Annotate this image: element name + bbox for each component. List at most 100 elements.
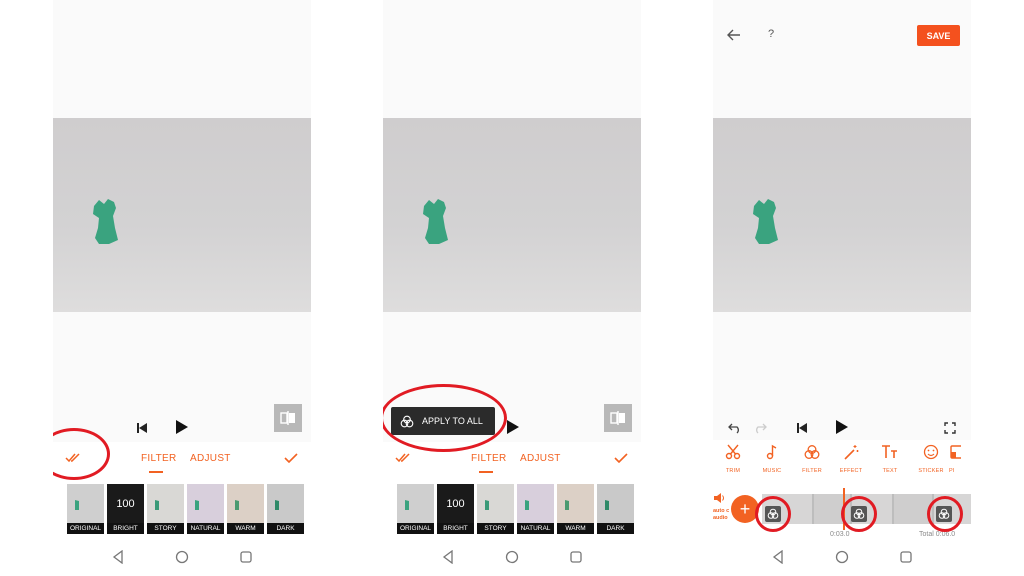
tool-label: TRIM bbox=[725, 468, 741, 474]
filter-icon bbox=[804, 445, 820, 459]
filter-thumb-story[interactable]: STORY bbox=[147, 484, 184, 534]
editor-screen: ? SAVE TRIM MUSIC FILTER EFFECT TEXT STI… bbox=[713, 0, 971, 576]
thumb-label: NATURAL bbox=[517, 523, 554, 534]
thumb-label: WARM bbox=[227, 523, 264, 534]
top-area bbox=[53, 0, 311, 118]
filter-thumbnails: ORIGINAL 100 BRIGHT STORY NATURAL WARM D… bbox=[397, 484, 641, 534]
tool-label: TEXT bbox=[882, 468, 898, 474]
fullscreen-icon[interactable] bbox=[944, 422, 956, 434]
skip-to-start-icon[interactable] bbox=[135, 421, 149, 435]
tool-label: STICKER bbox=[918, 468, 944, 474]
skip-to-start-icon[interactable] bbox=[795, 421, 809, 435]
figure-thumb bbox=[235, 500, 239, 510]
play-icon[interactable] bbox=[174, 419, 190, 435]
filter-thumb-warm[interactable]: WARM bbox=[227, 484, 264, 534]
filter-screen-2: APPLY TO ALL FILTER ADJUST ORIGINAL 100 … bbox=[383, 0, 641, 576]
highlight-ring bbox=[841, 496, 877, 532]
figure-thumb bbox=[485, 500, 489, 510]
magic-wand-icon bbox=[844, 445, 859, 460]
back-triangle-icon[interactable] bbox=[441, 550, 455, 564]
filter-thumb-original[interactable]: ORIGINAL bbox=[397, 484, 434, 534]
thumb-label: NATURAL bbox=[187, 523, 224, 534]
filter-thumb-dark[interactable]: DARK bbox=[267, 484, 304, 534]
back-arrow-icon[interactable] bbox=[727, 29, 741, 41]
tool-filter[interactable]: FILTER bbox=[793, 444, 831, 474]
thumb-label: DARK bbox=[597, 523, 634, 534]
tool-trim[interactable]: TRIM bbox=[714, 444, 752, 474]
save-button[interactable]: SAVE bbox=[917, 25, 960, 46]
home-circle-icon[interactable] bbox=[505, 550, 519, 564]
figure-thumb bbox=[275, 500, 279, 510]
tab-filter[interactable]: FILTER bbox=[141, 453, 177, 464]
highlight-ring bbox=[383, 384, 507, 452]
home-circle-icon[interactable] bbox=[835, 550, 849, 564]
redo-icon[interactable] bbox=[753, 423, 767, 434]
back-triangle-icon[interactable] bbox=[771, 550, 785, 564]
filter-thumb-bright[interactable]: 100 BRIGHT bbox=[107, 484, 144, 534]
recents-square-icon[interactable] bbox=[569, 550, 583, 564]
thumb-label: DARK bbox=[267, 523, 304, 534]
compare-icon[interactable] bbox=[604, 404, 632, 432]
recents-square-icon[interactable] bbox=[899, 550, 913, 564]
tab-adjust[interactable]: ADJUST bbox=[190, 453, 231, 464]
filter-thumb-natural[interactable]: NATURAL bbox=[517, 484, 554, 534]
tab-filter[interactable]: FILTER bbox=[471, 453, 507, 464]
tool-sticker[interactable]: STICKER bbox=[912, 444, 950, 474]
help-icon[interactable]: ? bbox=[768, 28, 774, 40]
sticker-icon bbox=[923, 444, 939, 460]
video-preview bbox=[713, 118, 971, 312]
clip-segment[interactable] bbox=[894, 494, 932, 524]
check-icon[interactable] bbox=[283, 452, 299, 464]
tool-label: FILTER bbox=[802, 468, 822, 474]
top-area bbox=[713, 0, 971, 118]
filter-thumb-original[interactable]: ORIGINAL bbox=[67, 484, 104, 534]
check-icon[interactable] bbox=[613, 452, 629, 464]
tab-adjust[interactable]: ADJUST bbox=[520, 453, 561, 464]
figure-thumb bbox=[605, 500, 609, 510]
filter-thumb-story[interactable]: STORY bbox=[477, 484, 514, 534]
android-nav-bar bbox=[383, 540, 641, 576]
filter-intensity-value: 100 bbox=[446, 498, 465, 510]
tool-pip[interactable]: PI bbox=[949, 444, 971, 474]
home-circle-icon[interactable] bbox=[175, 550, 189, 564]
tool-text[interactable]: TEXT bbox=[871, 444, 909, 474]
figure-thumb bbox=[195, 500, 199, 510]
play-icon[interactable] bbox=[505, 419, 521, 435]
scissors-icon bbox=[725, 444, 741, 460]
back-triangle-icon[interactable] bbox=[111, 550, 125, 564]
filter-thumb-warm[interactable]: WARM bbox=[557, 484, 594, 534]
thumb-label: ORIGINAL bbox=[397, 523, 434, 534]
video-preview bbox=[383, 118, 641, 312]
audio-label-2: audio bbox=[713, 515, 728, 521]
pip-icon bbox=[950, 445, 964, 459]
speaker-icon[interactable] bbox=[713, 493, 725, 503]
thumb-label: BRIGHT bbox=[437, 523, 474, 534]
figure-thumb bbox=[155, 500, 159, 510]
thumb-label: STORY bbox=[477, 523, 514, 534]
figure-thumb bbox=[565, 500, 569, 510]
filter-thumbnails: ORIGINAL 100 BRIGHT STORY NATURAL WARM D… bbox=[67, 484, 311, 534]
highlight-ring bbox=[755, 496, 791, 532]
play-icon[interactable] bbox=[834, 419, 850, 435]
video-preview bbox=[53, 118, 311, 312]
recents-square-icon[interactable] bbox=[239, 550, 253, 564]
undo-icon[interactable] bbox=[728, 423, 742, 434]
thumb-label: ORIGINAL bbox=[67, 523, 104, 534]
compare-icon[interactable] bbox=[274, 404, 302, 432]
tool-label: EFFECT bbox=[839, 468, 863, 474]
double-check-icon[interactable] bbox=[395, 452, 411, 464]
text-icon bbox=[882, 445, 897, 458]
filter-thumb-natural[interactable]: NATURAL bbox=[187, 484, 224, 534]
total-time: Total 0:06.0 bbox=[919, 531, 956, 538]
tool-music[interactable]: MUSIC bbox=[753, 444, 791, 474]
tool-effect[interactable]: EFFECT bbox=[832, 444, 870, 474]
clay-figure bbox=[753, 199, 778, 244]
music-note-icon bbox=[766, 444, 777, 460]
tool-label: PI bbox=[949, 468, 955, 474]
filter-intensity-value: 100 bbox=[116, 498, 135, 510]
filter-thumb-dark[interactable]: DARK bbox=[597, 484, 634, 534]
filter-thumb-bright[interactable]: 100 BRIGHT bbox=[437, 484, 474, 534]
thumb-label: STORY bbox=[147, 523, 184, 534]
clay-figure bbox=[93, 199, 118, 244]
current-time: 0:03.0 bbox=[830, 531, 850, 538]
